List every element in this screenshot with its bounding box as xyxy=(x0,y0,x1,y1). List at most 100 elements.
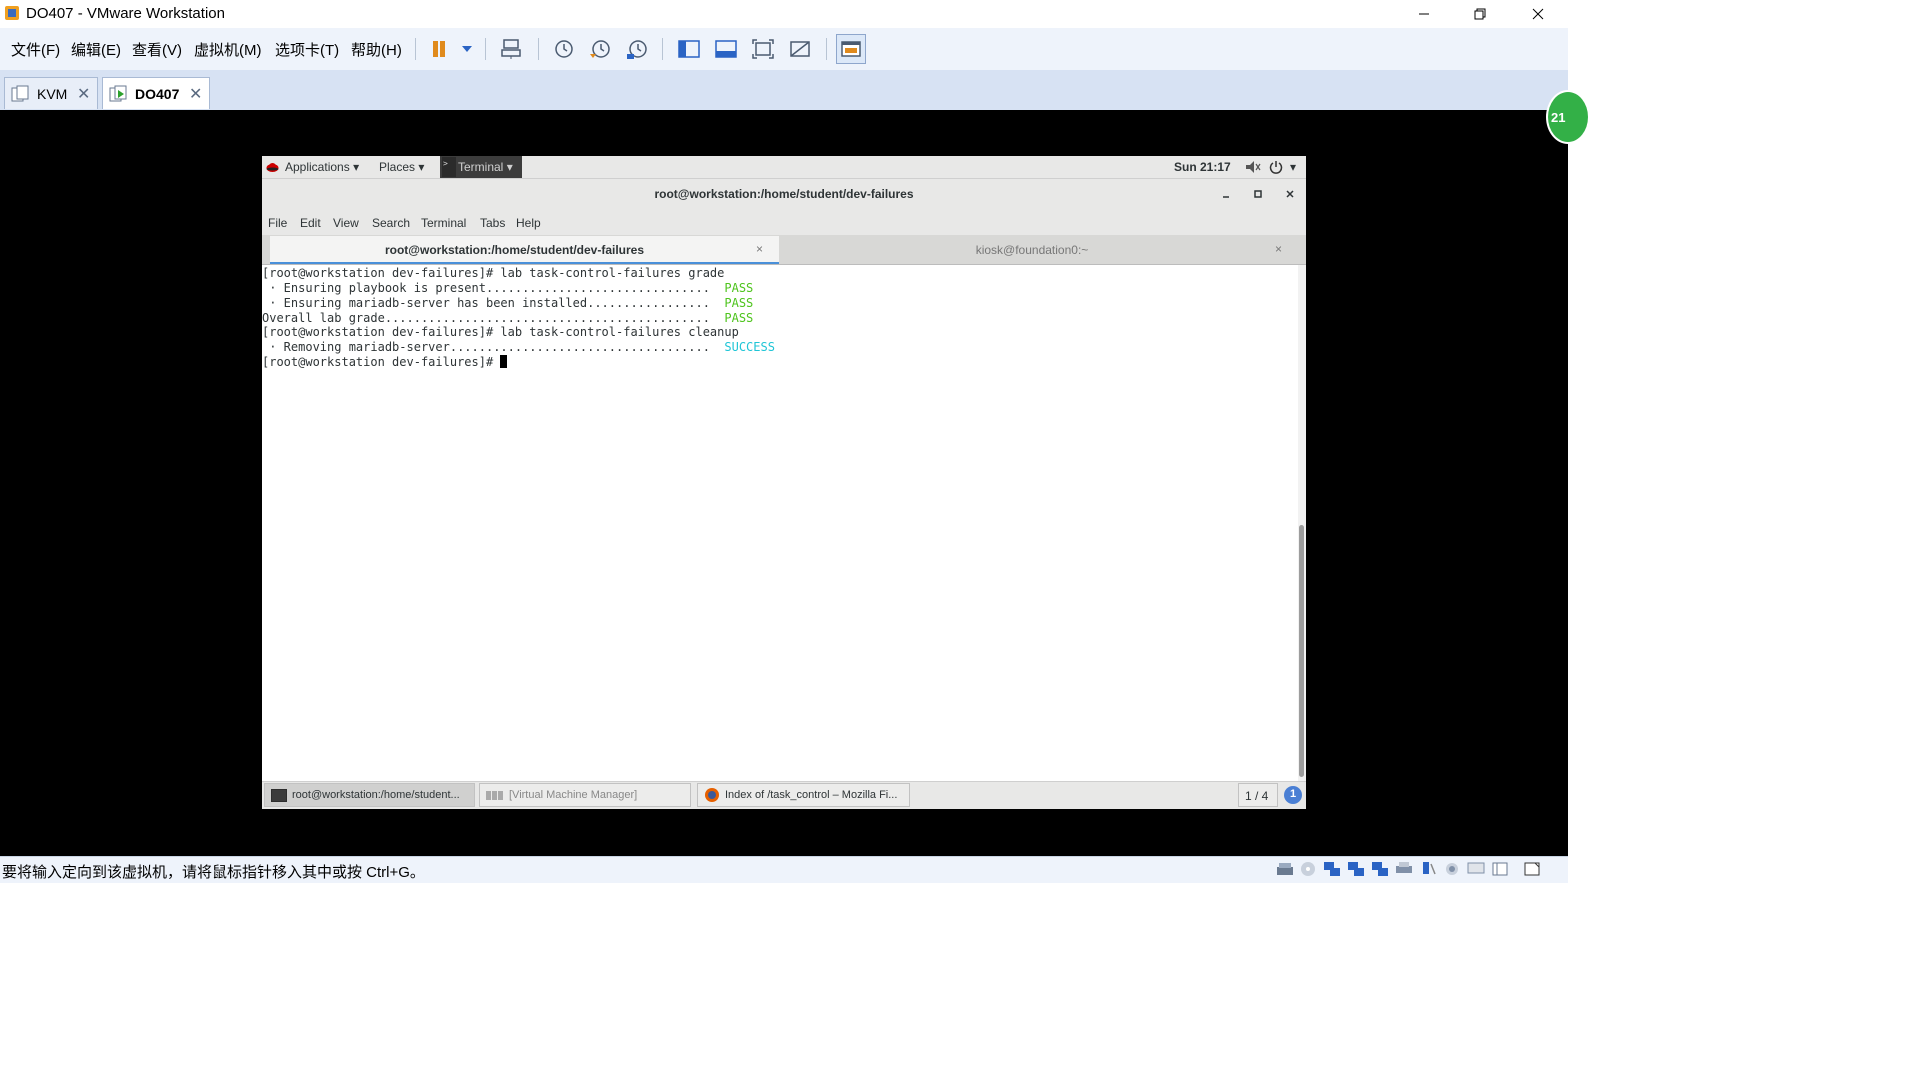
terminal-tab-label: root@workstation:/home/student/dev-failu… xyxy=(384,243,645,257)
close-tab-icon[interactable]: ✕ xyxy=(77,84,90,104)
terminal-menu-terminal[interactable]: Terminal xyxy=(421,216,466,230)
revert-snapshot-button[interactable] xyxy=(585,34,615,64)
tab-kvm[interactable]: KVM ✕ xyxy=(4,77,98,109)
minimize-icon xyxy=(1419,13,1429,15)
vm-running-icon xyxy=(109,85,127,102)
menu-tabs[interactable]: 选项卡(T) xyxy=(275,39,339,60)
close-icon[interactable] xyxy=(1285,189,1295,199)
close-tab-icon[interactable]: × xyxy=(756,242,763,256)
removable-device-icon[interactable] xyxy=(1491,861,1509,877)
printer-icon[interactable] xyxy=(1395,861,1413,877)
terminal-menu-help[interactable]: Help xyxy=(516,216,541,230)
console-view-button[interactable] xyxy=(836,34,866,64)
tab-do407[interactable]: DO407 ✕ xyxy=(102,77,210,109)
terminal-menubar xyxy=(262,212,1306,235)
status-message: 要将输入定向到该虚拟机，请将鼠标指针移入其中或按 Ctrl+G。 xyxy=(2,864,425,881)
terminal-tab-kiosk[interactable]: kiosk@foundation0:~ × xyxy=(781,236,1298,264)
window-list-item-terminal[interactable]: root@workstation:/home/student... xyxy=(264,783,475,807)
pause-icon xyxy=(433,41,445,57)
unity-icon xyxy=(790,41,810,57)
terminal-menu-view[interactable]: View xyxy=(333,216,359,230)
snapshot-manager-button[interactable] xyxy=(622,34,652,64)
network-adapter-icon[interactable] xyxy=(1347,861,1365,877)
terminal-icon xyxy=(271,789,287,802)
minimize-button[interactable] xyxy=(1401,0,1447,28)
clock[interactable]: Sun 21:17 xyxy=(1174,160,1231,174)
fullscreen-icon xyxy=(752,39,774,59)
terminal-line-text: · Ensuring mariadb-server has been insta… xyxy=(262,296,725,310)
window-list-item-virt-manager[interactable]: [Virtual Machine Manager] xyxy=(479,783,691,807)
hard-disk-icon[interactable] xyxy=(1276,861,1294,877)
system-menu-chevron-icon[interactable]: ▾ xyxy=(1290,160,1296,174)
terminal-menu-search[interactable]: Search xyxy=(372,216,410,230)
pause-button[interactable] xyxy=(424,34,454,64)
usb-device-icon[interactable] xyxy=(1419,861,1437,877)
applications-menu[interactable]: Applications ▾ xyxy=(285,160,359,174)
terminal-line-text: [root@workstation dev-failures]# xyxy=(262,355,501,369)
menu-help[interactable]: 帮助(H) xyxy=(351,39,402,60)
display-icon[interactable] xyxy=(1467,861,1485,877)
full-screen-button[interactable] xyxy=(748,34,778,64)
power-icon[interactable] xyxy=(1269,160,1283,174)
clock-icon xyxy=(555,40,573,58)
show-thumbnail-bar-button[interactable] xyxy=(711,34,741,64)
close-window-button[interactable] xyxy=(1515,0,1561,28)
message-log-icon[interactable] xyxy=(1523,861,1541,877)
terminal-app-label: Terminal xyxy=(458,160,504,174)
status-pass: PASS xyxy=(724,296,754,310)
terminal-line-text: · Removing mariadb-server...............… xyxy=(262,340,725,354)
places-menu[interactable]: Places ▾ xyxy=(379,160,424,174)
menu-edit[interactable]: 编辑(E) xyxy=(71,39,121,60)
send-ctrl-alt-del-button[interactable] xyxy=(496,34,526,64)
terminal-menu-tabs[interactable]: Tabs xyxy=(480,216,505,230)
terminal-tab-root[interactable]: root@workstation:/home/student/dev-failu… xyxy=(270,236,779,264)
network-adapter-icon[interactable] xyxy=(1371,861,1389,877)
tab-label: KVM xyxy=(37,86,68,102)
terminal-menu-edit[interactable]: Edit xyxy=(300,216,321,230)
terminal-line-text: · Ensuring playbook is present..........… xyxy=(262,281,725,295)
toolbar-separator xyxy=(826,38,827,60)
status-pass: PASS xyxy=(724,311,754,325)
clock-manager-icon xyxy=(627,40,647,59)
chevron-down-icon: ▾ xyxy=(506,160,513,174)
volume-icon[interactable] xyxy=(1245,160,1261,174)
close-icon xyxy=(1532,8,1544,20)
network-adapter-icon[interactable] xyxy=(1323,861,1341,877)
cd-dvd-icon[interactable] xyxy=(1299,861,1317,877)
window-list-item-firefox[interactable]: Index of /task_control – Mozilla Fi... xyxy=(697,783,910,807)
terminal-line-text: [root@workstation dev-failures]# lab tas… xyxy=(262,266,725,280)
terminal-menu-file[interactable]: File xyxy=(268,216,287,230)
terminal-app-menu[interactable]: Terminal ▾ xyxy=(458,160,513,174)
redhat-logo-icon xyxy=(266,163,279,172)
show-library-button[interactable] xyxy=(674,34,704,64)
applications-label: Applications xyxy=(285,160,350,174)
close-tab-icon[interactable]: ✕ xyxy=(189,84,202,104)
snapshot-button[interactable] xyxy=(548,34,578,64)
notification-badge-text: 21 xyxy=(1551,110,1566,125)
terminal-scrollbar-thumb[interactable] xyxy=(1299,525,1304,777)
chevron-down-icon: ▾ xyxy=(353,160,360,174)
maximize-icon[interactable] xyxy=(1253,189,1263,199)
workspace-indicator[interactable]: 1 / 4 xyxy=(1238,783,1278,807)
virt-manager-icon xyxy=(486,791,503,800)
message-tray-button[interactable]: 1 xyxy=(1284,786,1302,804)
menu-view[interactable]: 查看(V) xyxy=(132,39,182,60)
terminal-prompt-line[interactable]: [root@workstation dev-failures]# xyxy=(262,355,508,370)
restore-button[interactable] xyxy=(1457,0,1503,28)
clock-revert-icon xyxy=(590,40,610,58)
window-list-label: Index of /task_control – Mozilla Fi... xyxy=(725,789,898,801)
terminal-line-text: Overall lab grade.......................… xyxy=(262,311,725,325)
toolbar-separator xyxy=(538,38,539,60)
unity-button[interactable] xyxy=(785,34,815,64)
vm-tab-strip xyxy=(0,70,1568,110)
menu-vm[interactable]: 虚拟机(M) xyxy=(194,39,262,60)
places-label: Places xyxy=(379,160,416,174)
menu-file[interactable]: 文件(F) xyxy=(11,39,60,60)
toolbar-separator xyxy=(485,38,486,60)
sound-card-icon[interactable] xyxy=(1443,861,1461,877)
keyboard-network-icon xyxy=(501,39,521,59)
chevron-down-icon: ▾ xyxy=(418,160,425,174)
close-tab-icon[interactable]: × xyxy=(1275,242,1282,256)
power-dropdown-button[interactable] xyxy=(452,34,482,64)
minimize-icon[interactable] xyxy=(1221,189,1231,199)
